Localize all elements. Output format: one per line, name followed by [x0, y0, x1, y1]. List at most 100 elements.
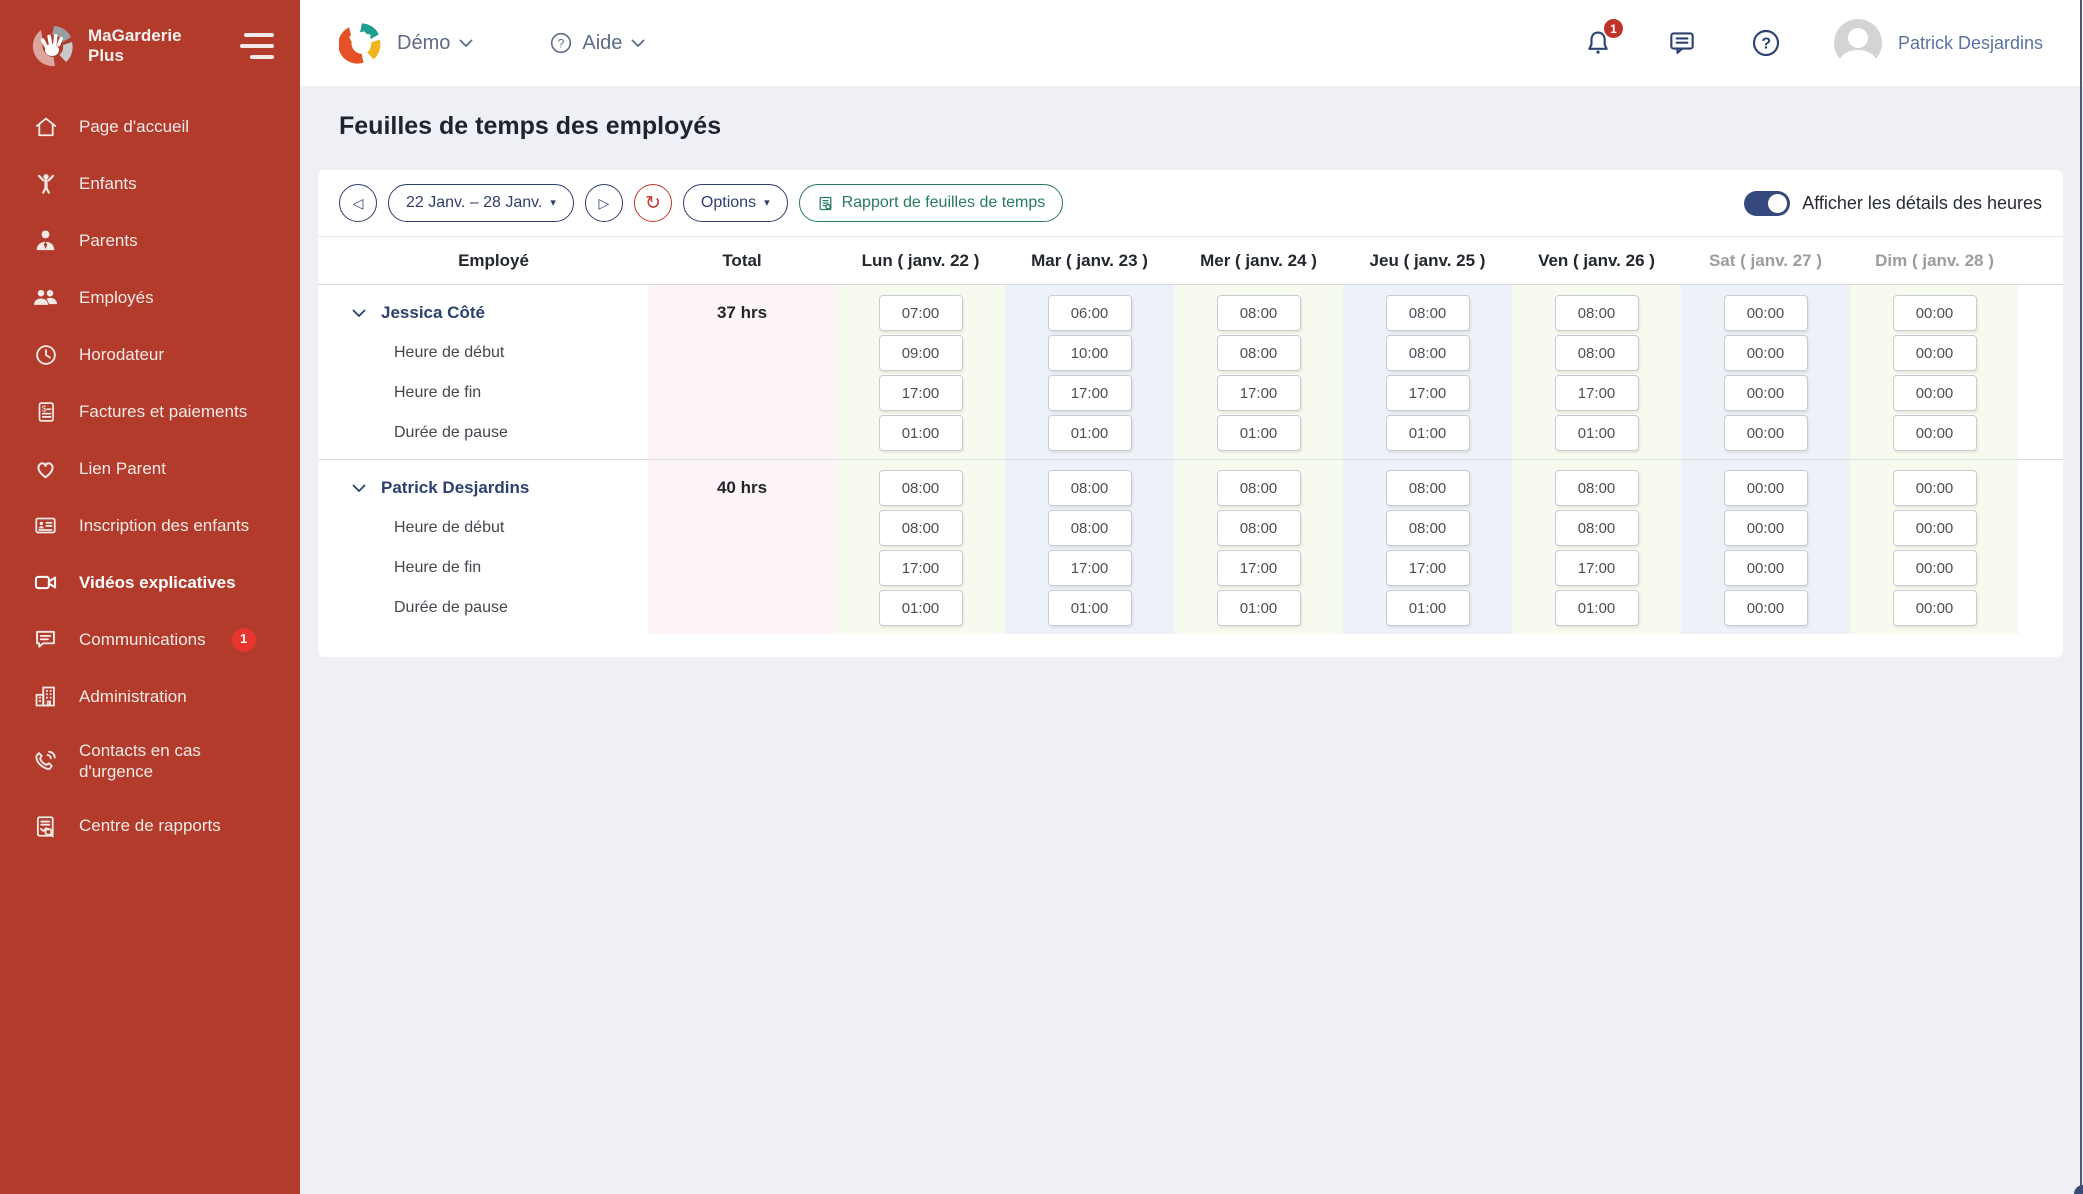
time-input-daily-totals[interactable]	[1893, 470, 1977, 506]
time-input-start-times[interactable]	[1386, 335, 1470, 371]
sidebar-item-horodateur[interactable]: Horodateur	[0, 326, 300, 383]
time-input-start-times[interactable]	[879, 335, 963, 371]
sidebar-item-centre-rapports[interactable]: Centre de rapports	[0, 798, 300, 855]
app-logo-icon	[339, 20, 385, 66]
chat-icon	[32, 626, 59, 653]
time-input-end-times[interactable]	[1893, 375, 1977, 411]
time-input-pause-durations[interactable]	[879, 590, 963, 626]
time-input-pause-durations[interactable]	[1217, 590, 1301, 626]
time-input-start-times[interactable]	[1048, 335, 1132, 371]
time-input-start-times[interactable]	[1217, 510, 1301, 546]
time-input-start-times[interactable]	[1217, 335, 1301, 371]
time-input-end-times[interactable]	[1386, 550, 1470, 586]
time-input-daily-totals[interactable]	[1048, 470, 1132, 506]
sidebar-item-page-accueil[interactable]: Page d'accueil	[0, 98, 300, 155]
time-input-end-times[interactable]	[1724, 375, 1808, 411]
time-input-end-times[interactable]	[1217, 550, 1301, 586]
time-input-daily-totals[interactable]	[1724, 470, 1808, 506]
svg-text:?: ?	[558, 36, 565, 50]
sidebar-item-employes[interactable]: Employés	[0, 269, 300, 326]
next-week-button[interactable]: ▷	[585, 184, 623, 222]
messages-icon[interactable]	[1666, 27, 1698, 59]
date-range-button[interactable]: 22 Janv. – 28 Janv. ▾	[388, 184, 574, 222]
time-input-end-times[interactable]	[1724, 550, 1808, 586]
time-input-pause-durations[interactable]	[1724, 415, 1808, 451]
time-input-end-times[interactable]	[1386, 375, 1470, 411]
help-icon[interactable]: ?	[1750, 27, 1782, 59]
time-input-daily-totals[interactable]	[1048, 295, 1132, 331]
day-column-5	[1681, 460, 1850, 634]
svg-text:?: ?	[1761, 36, 1771, 53]
sidebar-item-communications[interactable]: Communications 1	[0, 611, 300, 668]
column-header-day-2: Mer ( janv. 24 )	[1174, 251, 1343, 271]
time-input-end-times[interactable]	[1555, 550, 1639, 586]
time-input-start-times[interactable]	[1386, 510, 1470, 546]
time-input-pause-durations[interactable]	[1048, 415, 1132, 451]
sidebar-item-parents[interactable]: Parents	[0, 212, 300, 269]
time-input-daily-totals[interactable]	[1217, 295, 1301, 331]
time-input-start-times[interactable]	[1724, 510, 1808, 546]
time-input-start-times[interactable]	[1555, 510, 1639, 546]
report-button[interactable]: Rapport de feuilles de temps	[799, 184, 1064, 222]
sidebar-item-contacts-urgence[interactable]: Contacts en cas d'urgence	[0, 725, 300, 798]
svg-text:$: $	[41, 404, 46, 413]
time-input-daily-totals[interactable]	[1386, 295, 1470, 331]
time-input-end-times[interactable]	[1893, 550, 1977, 586]
sidebar-item-administration[interactable]: Administration	[0, 668, 300, 725]
demo-dropdown[interactable]: Démo	[397, 32, 473, 55]
sidebar-item-inscription[interactable]: Inscription des enfants	[0, 497, 300, 554]
time-input-pause-durations[interactable]	[1386, 590, 1470, 626]
time-input-end-times[interactable]	[879, 550, 963, 586]
time-input-daily-totals[interactable]	[1724, 295, 1808, 331]
time-input-daily-totals[interactable]	[1217, 470, 1301, 506]
time-input-start-times[interactable]	[1893, 510, 1977, 546]
time-input-end-times[interactable]	[1555, 375, 1639, 411]
show-hour-details-toggle[interactable]	[1744, 191, 1790, 216]
aide-dropdown[interactable]: ? Aide	[549, 31, 645, 55]
user-menu[interactable]: Patrick Desjardins	[1834, 19, 2043, 67]
sidebar-item-videos-explicatives[interactable]: Vidéos explicatives	[0, 554, 300, 611]
scrollbar-corner	[2074, 1185, 2083, 1194]
time-input-pause-durations[interactable]	[1893, 590, 1977, 626]
phone-icon	[32, 748, 59, 775]
time-input-daily-totals[interactable]	[879, 295, 963, 331]
time-input-start-times[interactable]	[879, 510, 963, 546]
time-input-pause-durations[interactable]	[1724, 590, 1808, 626]
time-input-start-times[interactable]	[1893, 335, 1977, 371]
sidebar-item-lien-parent[interactable]: Lien Parent	[0, 440, 300, 497]
refresh-button[interactable]: ↻	[634, 184, 672, 222]
time-input-daily-totals[interactable]	[1555, 470, 1639, 506]
notifications-bell-icon[interactable]: 1	[1582, 27, 1614, 59]
time-input-end-times[interactable]	[879, 375, 963, 411]
time-input-daily-totals[interactable]	[879, 470, 963, 506]
time-input-end-times[interactable]	[1048, 550, 1132, 586]
time-input-daily-totals[interactable]	[1555, 295, 1639, 331]
time-input-start-times[interactable]	[1724, 335, 1808, 371]
time-input-end-times[interactable]	[1048, 375, 1132, 411]
time-input-pause-durations[interactable]	[1555, 415, 1639, 451]
time-input-pause-durations[interactable]	[1555, 590, 1639, 626]
prev-week-button[interactable]: ◁	[339, 184, 377, 222]
time-input-pause-durations[interactable]	[1893, 415, 1977, 451]
hamburger-menu-icon[interactable]	[240, 33, 274, 59]
time-input-daily-totals[interactable]	[1386, 470, 1470, 506]
employee-name[interactable]: Jessica Côté	[339, 293, 648, 333]
toggle-label: Afficher les détails des heures	[1802, 193, 2042, 214]
sidebar-item-enfants[interactable]: Enfants	[0, 155, 300, 212]
employee-name[interactable]: Patrick Desjardins	[339, 468, 648, 508]
time-input-daily-totals[interactable]	[1893, 295, 1977, 331]
time-input-pause-durations[interactable]	[879, 415, 963, 451]
day-column-2	[1174, 285, 1343, 459]
time-input-start-times[interactable]	[1555, 335, 1639, 371]
expand-chevron-icon	[352, 309, 366, 318]
time-input-start-times[interactable]	[1048, 510, 1132, 546]
options-button[interactable]: Options ▾	[683, 184, 788, 222]
sidebar-item-factures[interactable]: $ Factures et paiements	[0, 383, 300, 440]
user-name: Patrick Desjardins	[1898, 33, 2043, 54]
time-input-end-times[interactable]	[1217, 375, 1301, 411]
time-input-pause-durations[interactable]	[1217, 415, 1301, 451]
time-input-pause-durations[interactable]	[1048, 590, 1132, 626]
time-input-pause-durations[interactable]	[1386, 415, 1470, 451]
caret-down-icon: ▾	[550, 198, 556, 209]
refresh-icon: ↻	[645, 192, 661, 215]
